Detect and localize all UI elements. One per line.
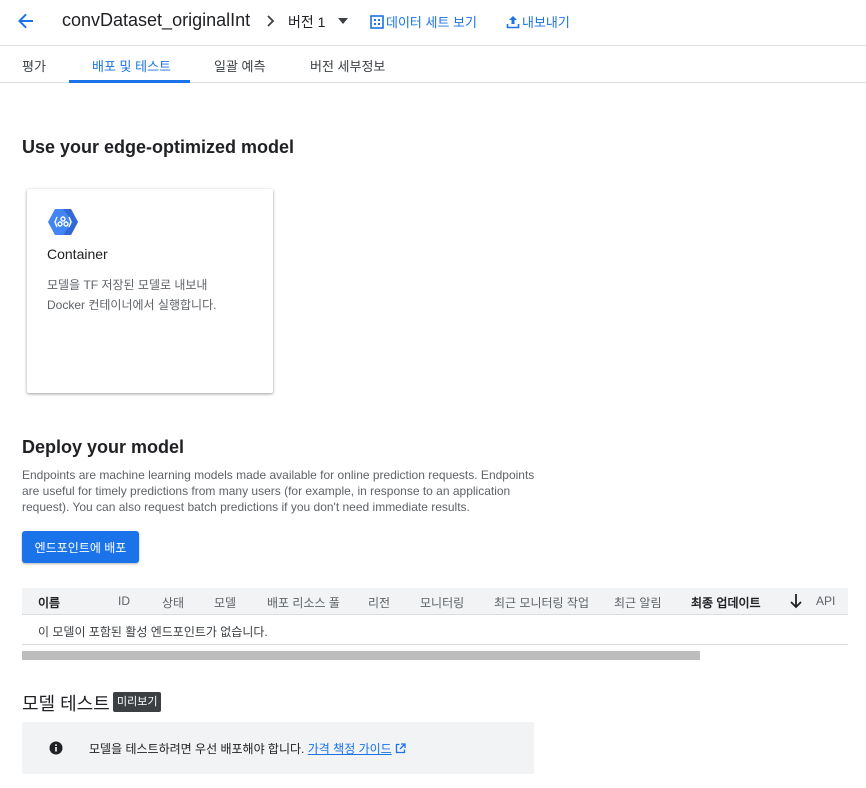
info-banner: 모델을 테스트하려면 우선 배포해야 합니다. 가격 책정 가이드 bbox=[22, 722, 534, 774]
dataset-grid-icon bbox=[370, 14, 384, 29]
card-title: Container bbox=[47, 246, 108, 262]
version-selector[interactable]: 버전 1 bbox=[288, 12, 325, 32]
info-icon bbox=[49, 741, 63, 755]
column-header-last-alert[interactable]: 최근 알림 bbox=[614, 594, 662, 611]
export-label: 내보내기 bbox=[522, 15, 570, 30]
tab-version-details[interactable]: 버전 세부정보 bbox=[310, 56, 385, 75]
page-title: convDataset_originalInt bbox=[62, 10, 251, 30]
chevron-right-icon bbox=[264, 11, 278, 31]
back-arrow-icon[interactable] bbox=[14, 9, 38, 33]
column-header-status[interactable]: 상태 bbox=[162, 594, 184, 611]
column-header-id[interactable]: ID bbox=[118, 594, 130, 608]
preview-badge: 미리보기 bbox=[113, 692, 162, 712]
horizontal-scrollbar[interactable] bbox=[22, 651, 700, 660]
column-header-last-updated[interactable]: 최종 업데이트 bbox=[691, 594, 761, 611]
deploy-desc-line3: request). You can also request batch pre… bbox=[22, 500, 470, 514]
external-link-icon[interactable] bbox=[395, 743, 406, 754]
arrow-down-sort-icon[interactable] bbox=[788, 592, 804, 610]
export-button[interactable]: 내보내기 bbox=[506, 12, 570, 31]
tab-bar: 평가 배포 및 테스트 일괄 예측 버전 세부정보 bbox=[0, 45, 866, 83]
caret-down-icon[interactable] bbox=[336, 14, 350, 28]
view-dataset-button[interactable]: 데이터 세트 보기 bbox=[370, 12, 477, 31]
card-desc-line2: Docker 컨테이너에서 실행합니다. bbox=[47, 298, 217, 312]
empty-state-text: 이 모델이 포함된 활성 엔드포인트가 없습니다. bbox=[38, 625, 268, 639]
deploy-desc-line1: Endpoints are machine learning models ma… bbox=[22, 468, 535, 482]
endpoints-table-header: 이름 ID 상태 모델 배포 리소스 풀 리전 모니터링 최근 모니터링 작업 … bbox=[22, 588, 848, 615]
deploy-section-title: Deploy your model bbox=[22, 437, 185, 457]
upload-icon bbox=[506, 15, 520, 28]
pricing-guide-link[interactable]: 가격 책정 가이드 bbox=[308, 742, 392, 756]
edge-section-title: Use your edge-optimized model bbox=[22, 137, 295, 157]
deploy-desc-line2: are useful for timely predictions from m… bbox=[22, 484, 511, 498]
tab-deploy-test[interactable]: 배포 및 테스트 bbox=[92, 56, 171, 75]
column-header-region[interactable]: 리전 bbox=[368, 594, 390, 611]
container-card[interactable]: Container 모델을 TF 저장된 모델로 내보내 Docker 컨테이너… bbox=[27, 189, 273, 393]
card-desc-line1: 모델을 TF 저장된 모델로 내보내 bbox=[47, 278, 208, 292]
deploy-to-endpoint-button[interactable]: 엔드포인트에 배포 bbox=[22, 531, 139, 563]
card-description: 모델을 TF 저장된 모델로 내보내 Docker 컨테이너에서 실행합니다. bbox=[47, 275, 257, 315]
column-header-monitoring[interactable]: 모니터링 bbox=[420, 594, 464, 611]
column-header-model[interactable]: 모델 bbox=[214, 594, 236, 611]
test-section-title: 모델 테스트 bbox=[22, 694, 110, 714]
container-hexagon-icon bbox=[47, 207, 79, 237]
column-header-name[interactable]: 이름 bbox=[38, 594, 60, 611]
column-header-resource-pool[interactable]: 배포 리소스 풀 bbox=[267, 594, 340, 611]
column-header-last-monitoring-job[interactable]: 최근 모니터링 작업 bbox=[494, 594, 589, 611]
tab-evaluate[interactable]: 평가 bbox=[22, 56, 46, 75]
info-message-text: 모델을 테스트하려면 우선 배포해야 합니다. bbox=[89, 742, 305, 756]
deploy-description: Endpoints are machine learning models ma… bbox=[22, 467, 542, 515]
top-bar: convDataset_originalInt 버전 1 데이터 세트 보기 내… bbox=[0, 0, 866, 46]
info-message: 모델을 테스트하려면 우선 배포해야 합니다. 가격 책정 가이드 bbox=[89, 740, 406, 757]
column-header-api[interactable]: API bbox=[816, 594, 835, 608]
view-dataset-label: 데이터 세트 보기 bbox=[386, 15, 477, 30]
tab-batch-predict[interactable]: 일괄 예측 bbox=[214, 56, 265, 75]
table-empty-row: 이 모델이 포함된 활성 엔드포인트가 없습니다. bbox=[22, 615, 848, 645]
active-tab-indicator bbox=[69, 80, 190, 83]
